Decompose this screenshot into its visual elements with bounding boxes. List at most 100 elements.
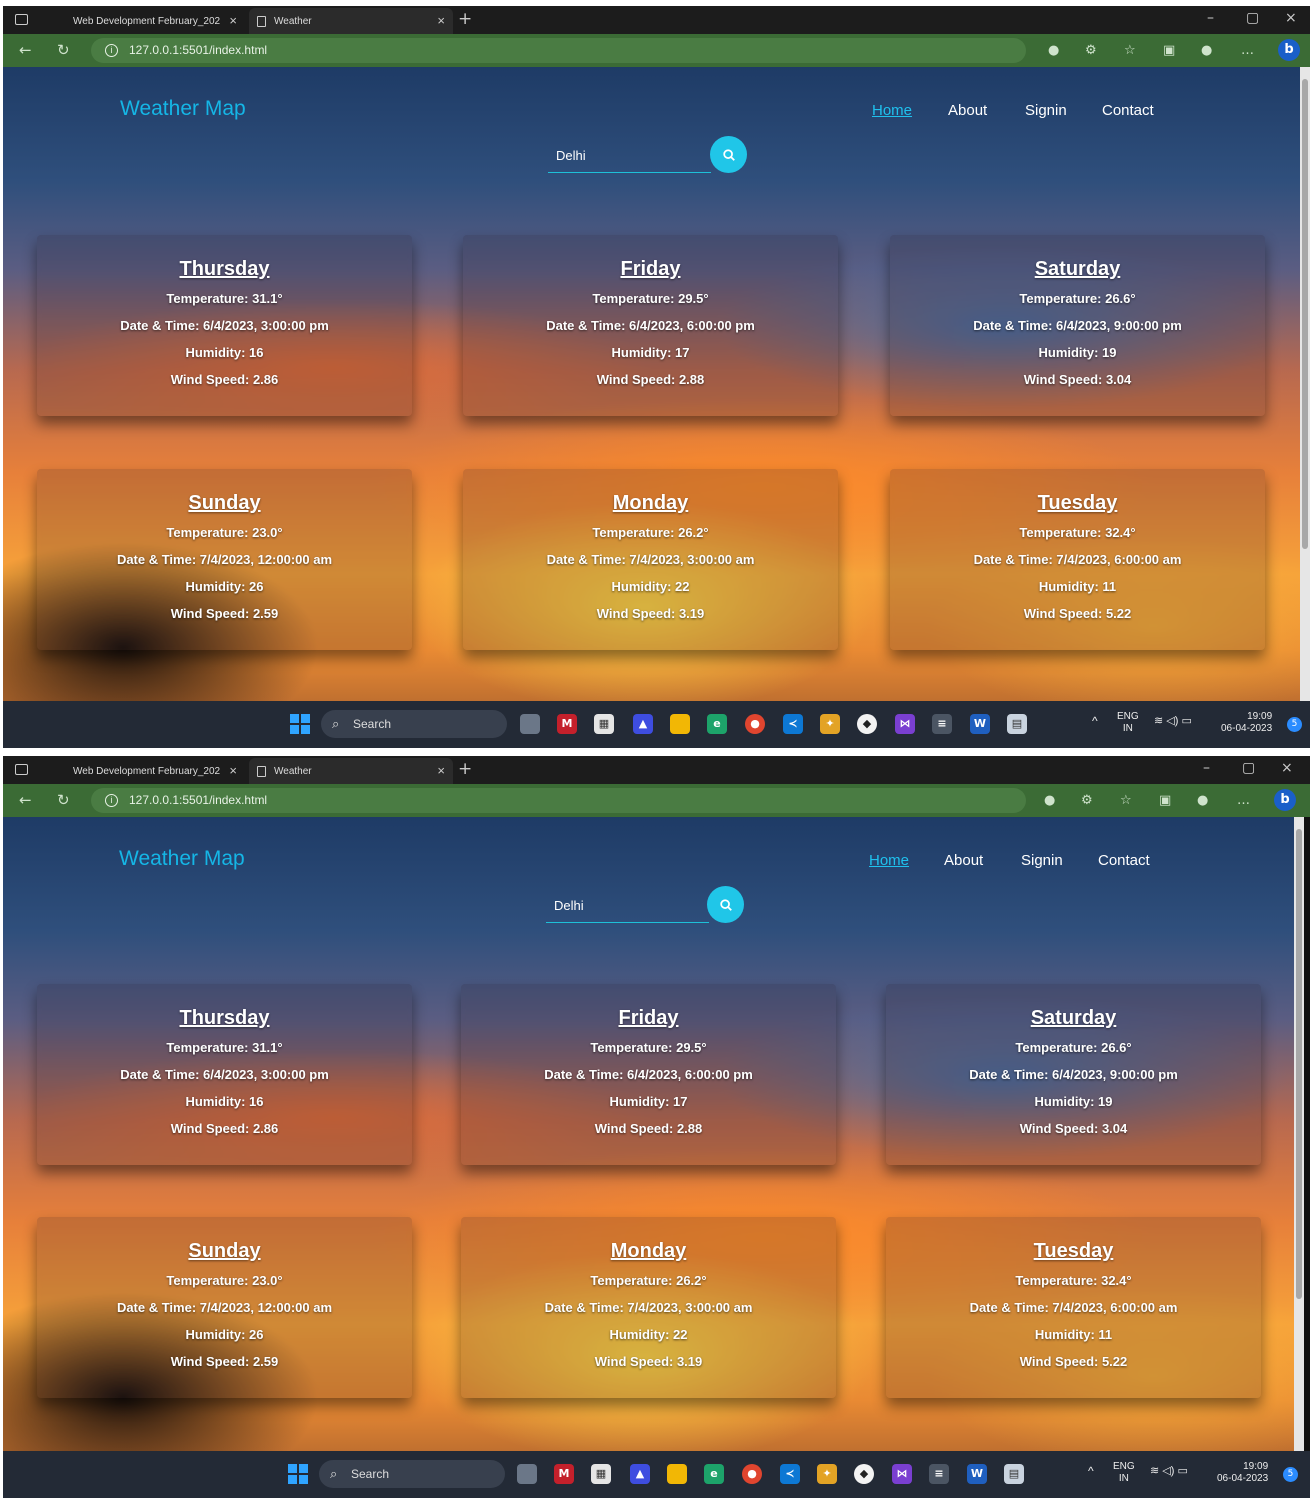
task-view-icon[interactable] [517,1464,537,1484]
tab-actions-icon[interactable] [15,764,28,775]
app-icon[interactable]: ≡ [929,1464,949,1484]
app-icon[interactable]: ▲ [633,714,653,734]
store-icon[interactable]: ▦ [594,714,614,734]
minimize-icon[interactable]: – [1207,10,1214,26]
brand-logo[interactable]: Weather Map [119,847,245,871]
tab-actions-icon[interactable] [15,14,28,25]
mcafee-icon[interactable]: M [557,714,577,734]
scrollbar-thumb[interactable] [1296,829,1302,1299]
app-icon[interactable]: ✦ [820,714,840,734]
tab-web-development[interactable]: Web Development February_202 × [65,758,245,784]
vscode-icon[interactable]: ≺ [780,1464,800,1484]
tab-weather[interactable]: Weather × [249,758,453,784]
minimize-icon[interactable]: – [1203,760,1210,776]
back-icon[interactable]: ← [19,791,32,809]
nav-home[interactable]: Home [869,852,909,869]
extension-icon[interactable]: ● [1044,793,1055,808]
tab-web-development[interactable]: Web Development February_202 × [65,8,245,34]
file-explorer-icon[interactable] [670,714,690,734]
clock[interactable]: 19:09 06-04-2023 [1221,711,1272,735]
nav-contact[interactable]: Contact [1098,852,1150,869]
profile-avatar[interactable]: ● [1197,793,1208,808]
taskbar-search[interactable]: ⌕ Search [319,1460,505,1488]
bing-icon[interactable]: b [1278,39,1300,61]
edge-icon[interactable]: e [704,1464,724,1484]
extension-icon[interactable]: ● [1048,43,1059,58]
collections-icon[interactable]: ▣ [1163,43,1175,58]
tray-chevron-icon[interactable]: ^ [1092,715,1098,727]
close-tab-icon[interactable]: × [229,763,237,778]
wifi-volume-battery-icon[interactable]: ≋ ◁) ▭ [1150,1465,1188,1477]
chrome-icon[interactable]: ● [742,1464,762,1484]
nav-about[interactable]: About [948,102,987,119]
search-button[interactable] [707,886,744,923]
bing-icon[interactable]: b [1274,789,1296,811]
edge-icon[interactable]: e [707,714,727,734]
profile-avatar[interactable]: ● [1201,43,1212,58]
close-tab-icon[interactable]: × [437,13,445,28]
app-icon[interactable]: ▲ [630,1464,650,1484]
clock[interactable]: 19:09 06-04-2023 [1217,1461,1268,1485]
nav-signin[interactable]: Signin [1021,852,1063,869]
app-icon[interactable]: ▤ [1004,1464,1024,1484]
app-icon[interactable]: ◆ [857,714,877,734]
city-search-input[interactable] [546,889,709,923]
restore-icon[interactable]: ▢ [1246,10,1259,26]
nav-about[interactable]: About [944,852,983,869]
language-indicator[interactable]: ENG IN [1113,1461,1135,1485]
visual-studio-icon[interactable]: ⋈ [895,714,915,734]
brand-logo[interactable]: Weather Map [120,97,246,121]
favorites-icon[interactable]: ☆ [1124,43,1136,58]
close-tab-icon[interactable]: × [229,13,237,28]
info-icon[interactable]: i [105,44,118,57]
start-windows-icon[interactable] [288,1464,308,1484]
mcafee-icon[interactable]: M [554,1464,574,1484]
app-icon[interactable]: ▤ [1007,714,1027,734]
restore-icon[interactable]: ▢ [1242,760,1255,776]
visual-studio-icon[interactable]: ⋈ [892,1464,912,1484]
tray-chevron-icon[interactable]: ^ [1088,1465,1094,1477]
city-search-input[interactable] [548,139,711,173]
new-tab-icon[interactable]: + [458,9,472,29]
more-menu-icon[interactable]: … [1237,793,1250,808]
scrollbar-thumb[interactable] [1302,79,1308,549]
word-icon[interactable]: W [970,714,990,734]
tab-weather[interactable]: Weather × [249,8,453,34]
search-button[interactable] [710,136,747,173]
word-icon[interactable]: W [967,1464,987,1484]
app-icon[interactable]: ≡ [932,714,952,734]
notification-badge[interactable]: 5 [1287,717,1302,732]
taskbar-search[interactable]: ⌕ Search [321,710,507,738]
start-windows-icon[interactable] [290,714,310,734]
close-window-icon[interactable]: × [1281,760,1293,776]
page-scrollbar[interactable] [1294,817,1304,1451]
task-view-icon[interactable] [520,714,540,734]
close-window-icon[interactable]: × [1285,10,1297,26]
url-field[interactable]: i 127.0.0.1:5501/index.html [91,788,1026,813]
collections-icon[interactable]: ▣ [1159,793,1171,808]
nav-contact[interactable]: Contact [1102,102,1154,119]
info-icon[interactable]: i [105,794,118,807]
file-explorer-icon[interactable] [667,1464,687,1484]
store-icon[interactable]: ▦ [591,1464,611,1484]
back-icon[interactable]: ← [19,41,32,59]
new-tab-icon[interactable]: + [458,759,472,779]
notification-badge[interactable]: 5 [1283,1467,1298,1482]
nav-signin[interactable]: Signin [1025,102,1067,119]
extensions-icon[interactable]: ⚙ [1085,43,1097,58]
extensions-icon[interactable]: ⚙ [1081,793,1093,808]
url-field[interactable]: i 127.0.0.1:5501/index.html [91,38,1026,63]
app-icon[interactable]: ◆ [854,1464,874,1484]
refresh-icon[interactable]: ↻ [57,791,70,809]
favorites-icon[interactable]: ☆ [1120,793,1132,808]
wifi-volume-battery-icon[interactable]: ≋ ◁) ▭ [1154,715,1192,727]
language-indicator[interactable]: ENG IN [1117,711,1139,735]
app-icon[interactable]: ✦ [817,1464,837,1484]
refresh-icon[interactable]: ↻ [57,41,70,59]
nav-home[interactable]: Home [872,102,912,119]
chrome-icon[interactable]: ● [745,714,765,734]
vscode-icon[interactable]: ≺ [783,714,803,734]
close-tab-icon[interactable]: × [437,763,445,778]
more-menu-icon[interactable]: … [1241,43,1254,58]
page-scrollbar[interactable] [1300,67,1310,701]
